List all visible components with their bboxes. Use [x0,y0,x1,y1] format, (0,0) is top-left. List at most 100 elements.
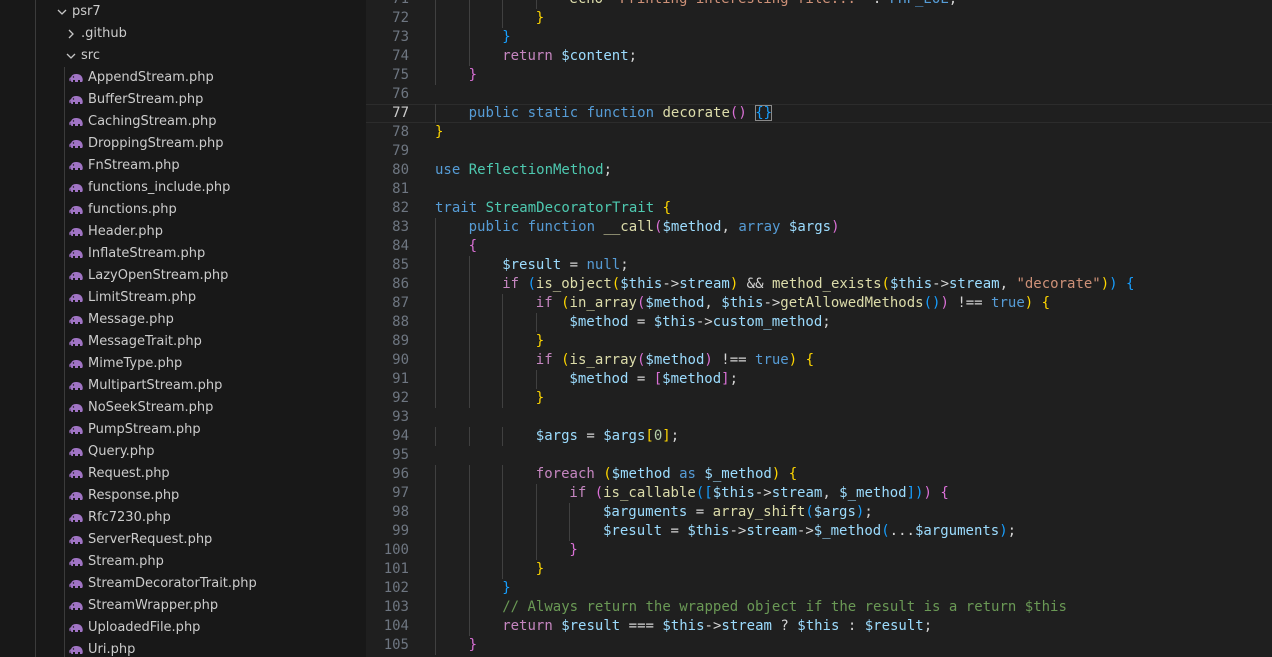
code-line[interactable]: 71 echo "Printing interesting file..." . … [366,0,1272,9]
indent-guide [468,351,470,370]
tree-file[interactable]: LimitStream.php [0,287,366,309]
code-token: $arguments [603,504,688,520]
code-line[interactable]: 87 if (in_array($method, $this->getAllowe… [366,294,1272,313]
tree-item-label: Request.php [88,466,170,481]
code-line[interactable]: 95 [366,446,1272,465]
code-line[interactable]: 85 $result = null; [366,256,1272,275]
code-line[interactable]: 73} [366,28,1272,47]
code-line[interactable]: 99 $result = $this->stream->$_method(...$… [366,522,1272,541]
tree-folder[interactable]: src [0,45,366,67]
tree-file[interactable]: functions.php [0,199,366,221]
code-text: use ReflectionMethod; [435,161,612,180]
code-token: is_callable [603,485,696,501]
code-line[interactable]: 104 return $result === $this->stream ? $t… [366,617,1272,636]
tree-folder[interactable]: psr7 [0,1,366,23]
code-token: null [586,257,621,273]
tree-file[interactable]: UploadedFile.php [0,617,366,639]
code-line[interactable]: 86 if (is_object($this->stream) && method… [366,275,1272,294]
tree-item-label: StreamDecoratorTrait.php [88,576,257,591]
indent-guide [535,313,537,332]
code-line[interactable]: 92} [366,389,1272,408]
code-token: () [923,295,941,311]
code-text: trait StreamDecoratorTrait { [435,199,671,218]
tree-file[interactable]: ServerRequest.php [0,529,366,551]
tree-item-label: Rfc7230.php [88,510,171,525]
code-line[interactable]: 82 trait StreamDecoratorTrait { [366,199,1272,218]
code-line[interactable]: 90 if (is_array($method) !== true) { [366,351,1272,370]
code-editor[interactable]: 71 echo "Printing interesting file..." . … [366,0,1272,657]
code-line[interactable]: 84 { [366,237,1272,256]
indent-guide [435,9,436,28]
tree-file[interactable]: MessageTrait.php [0,331,366,353]
indent-guide [502,465,504,484]
code-line[interactable]: 101} [366,560,1272,579]
tree-file[interactable]: BufferStream.php [0,89,366,111]
code-line[interactable]: 98 $arguments = array_shift($args); [366,503,1272,522]
code-line[interactable]: 105} [366,636,1272,655]
tree-file[interactable]: FnStream.php [0,155,366,177]
tree-item-label: LazyOpenStream.php [88,268,229,283]
tree-file[interactable]: Stream.php [0,551,366,573]
tree-file[interactable]: NoSeekStream.php [0,397,366,419]
indent-guide [535,370,537,389]
code-text: public function __call($method, array $a… [469,218,840,237]
tree-file[interactable]: Request.php [0,463,366,485]
code-line[interactable]: 94 $args = $args[0]; [366,427,1272,446]
code-token: () [729,105,747,121]
indent-guide [468,579,470,598]
line-number: 82 [392,200,409,216]
code-token: ) [704,352,713,368]
code-line[interactable]: 78} [366,123,1272,142]
tree-file[interactable]: AppendStream.php [0,67,366,89]
code-line[interactable]: 80 use ReflectionMethod; [366,161,1272,180]
tree-file[interactable]: functions_include.php [0,177,366,199]
code-line[interactable]: 76 [366,85,1272,104]
tree-file[interactable]: StreamDecoratorTrait.php [0,573,366,595]
code-text: $method = [$method]; [569,370,738,389]
code-token: $_method [839,485,907,501]
code-token: -> [704,618,722,634]
code-line[interactable]: 91 $method = [$method]; [366,370,1272,389]
tree-file[interactable]: Message.php [0,309,366,331]
code-line[interactable]: 89} [366,332,1272,351]
code-token: ; [628,48,638,64]
code-text: } [469,636,477,655]
code-text: if (is_array($method) !== true) { [536,351,814,370]
tree-file[interactable]: PumpStream.php [0,419,366,441]
tree-file[interactable]: CachingStream.php [0,111,366,133]
code-line[interactable]: 77 public static function decorate() {} [366,104,1272,123]
tree-file[interactable]: Header.php [0,221,366,243]
code-line[interactable]: 72} [366,9,1272,28]
tree-file[interactable]: MultipartStream.php [0,375,366,397]
tree-file[interactable]: InflateStream.php [0,243,366,265]
code-line[interactable]: 96 foreach ($method as $_method) { [366,465,1272,484]
tree-file[interactable]: StreamWrapper.php [0,595,366,617]
code-line[interactable]: 74 return $content; [366,47,1272,66]
indent-guide [435,541,436,560]
tree-file[interactable]: LazyOpenStream.php [0,265,366,287]
code-line[interactable]: 79 [366,142,1272,161]
indent-guide [468,275,470,294]
code-line[interactable]: 83 public function __call($method, array … [366,218,1272,237]
code-line[interactable]: 97 if (is_callable([$this->stream, $_meth… [366,484,1272,503]
code-line[interactable]: 103 // Always return the wrapped object i… [366,598,1272,617]
tree-folder[interactable]: .github [0,23,366,45]
code-line[interactable]: 102} [366,579,1272,598]
code-line[interactable]: 100} [366,541,1272,560]
code-token: -> [729,523,747,539]
code-token: $method [662,371,722,387]
code-line[interactable]: 75} [366,66,1272,85]
tree-file[interactable]: Response.php [0,485,366,507]
code-token: { [1126,276,1135,292]
code-line[interactable]: 93 [366,408,1272,427]
code-token: [ [653,371,663,387]
code-token: ) [788,352,798,368]
code-token: ; [923,618,933,634]
tree-file[interactable]: DroppingStream.php [0,133,366,155]
tree-file[interactable]: Query.php [0,441,366,463]
code-line[interactable]: 88 $method = $this->custom_method; [366,313,1272,332]
code-line[interactable]: 81 [366,180,1272,199]
tree-file[interactable]: MimeType.php [0,353,366,375]
tree-file[interactable]: Rfc7230.php [0,507,366,529]
tree-file[interactable]: Uri.php [0,639,366,657]
